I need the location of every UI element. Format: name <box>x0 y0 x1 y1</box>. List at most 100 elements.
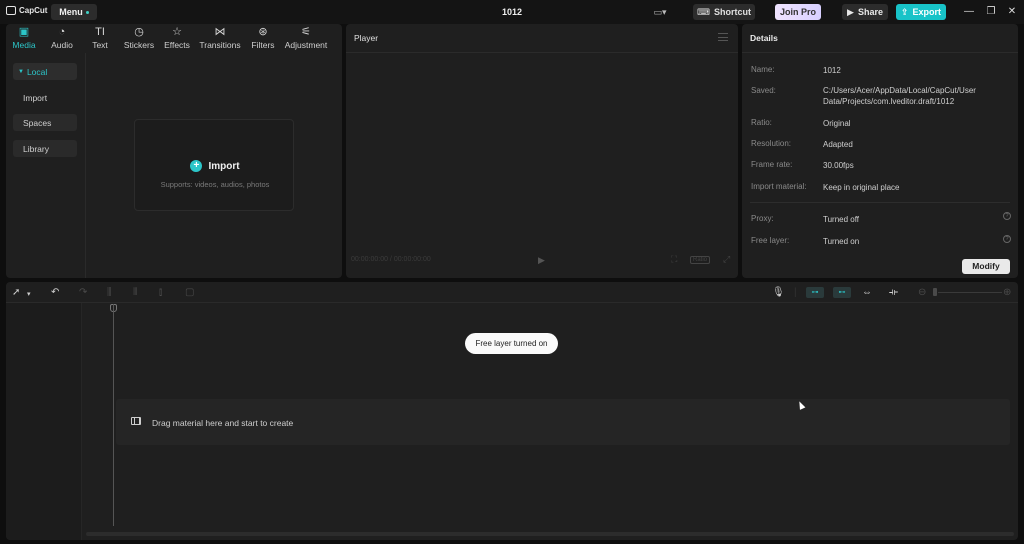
detail-label: Name: <box>751 65 775 74</box>
fullscreen-icon[interactable]: ⤢ <box>723 254 730 265</box>
zoom-in-icon[interactable]: ⊕ <box>1003 287 1011 298</box>
capcut-logo-icon <box>6 6 16 15</box>
divider <box>742 52 1018 53</box>
auto-snapping-icon[interactable]: ⊷ <box>833 287 851 298</box>
sidebar-item-local[interactable]: ▼ Local <box>13 63 77 80</box>
join-pro-label: Join Pro <box>779 7 816 17</box>
filters-icon: ⊛ <box>258 26 268 38</box>
media-panel: ▣ Media ◔ Audio TI Text ◷ Stickers ☆ Eff… <box>6 24 342 278</box>
transitions-icon: ⋈ <box>214 26 226 38</box>
delete-icon[interactable]: ▢ <box>185 287 194 298</box>
tab-adjustment[interactable]: ⚟ Adjustment <box>280 24 332 53</box>
help-icon[interactable]: ? <box>1003 235 1011 243</box>
tab-text[interactable]: TI Text <box>82 24 118 53</box>
horizontal-scrollbar[interactable] <box>86 532 1014 536</box>
adjustment-icon: ⚟ <box>301 26 311 38</box>
fit-icon[interactable]: ⛶ <box>671 254 677 265</box>
menu-icon[interactable] <box>718 33 728 41</box>
layout-button[interactable]: ▭▾ <box>648 4 672 20</box>
split-left-icon[interactable]: ⦀ <box>133 287 137 298</box>
share-label: Share <box>857 7 883 17</box>
close-icon[interactable]: ✕ <box>1005 5 1019 19</box>
detail-label: Frame rate: <box>751 160 793 169</box>
linkage-icon[interactable]: ⇔ <box>862 287 872 298</box>
player-timecode: 00:00:00:00 / 00:00:00:00 <box>351 256 431 263</box>
help-icon[interactable]: ? <box>1003 212 1011 220</box>
tab-media[interactable]: ▣ Media <box>6 24 42 53</box>
track-header-column <box>6 303 82 540</box>
chevron-down-icon[interactable]: ▾ <box>27 289 31 300</box>
detail-label: Free layer: <box>751 236 790 245</box>
maximize-icon[interactable]: ❐ <box>984 5 998 19</box>
sidebar-item-spaces[interactable]: Spaces <box>13 114 77 131</box>
detail-label: Saved: <box>751 86 776 95</box>
tab-label: Effects <box>164 40 190 50</box>
keyboard-icon: ⌨ <box>697 6 710 17</box>
media-tabs: ▣ Media ◔ Audio TI Text ◷ Stickers ☆ Eff… <box>6 24 342 53</box>
tab-label: Text <box>92 40 108 50</box>
dropzone-hint: Drag material here and start to create <box>152 418 294 428</box>
detail-free-layer-value: Turned on <box>823 237 860 246</box>
playhead[interactable] <box>113 304 114 526</box>
menu-label: Menu <box>59 7 83 17</box>
plus-icon: + <box>190 160 203 172</box>
effects-icon: ☆ <box>172 26 182 38</box>
sidebar-item-label: Local <box>26 66 48 77</box>
detail-label: Resolution: <box>751 139 792 148</box>
sidebar-item-import[interactable]: Import <box>13 89 77 106</box>
tab-stickers[interactable]: ◷ Stickers <box>118 24 160 53</box>
import-supported-formats: Supports: videos, audios, photos <box>160 180 270 189</box>
app-logo: CapCut <box>6 6 47 15</box>
microphone-icon[interactable]: 🎙 <box>772 287 785 298</box>
ratio-button[interactable]: Ratio <box>690 256 711 264</box>
sidebar-item-label: Library <box>23 143 49 154</box>
main-track-dropzone[interactable]: Drag material here and start to create <box>116 399 1010 445</box>
divider <box>346 52 738 53</box>
share-icon: ▶ <box>847 6 854 17</box>
import-dropzone[interactable]: + Import Supports: videos, audios, photo… <box>134 119 294 211</box>
divider <box>750 202 1010 203</box>
media-sidebar: ▼ Local Import Spaces Library <box>6 53 86 278</box>
minimize-icon[interactable]: — <box>962 5 976 19</box>
import-label: Import <box>208 160 240 172</box>
detail-label: Import material: <box>751 182 807 191</box>
tab-audio[interactable]: ◔ Audio <box>42 24 82 53</box>
tab-filters[interactable]: ⊛ Filters <box>246 24 280 53</box>
details-panel: Details Name: 1012 Saved: C:/Users/Acer/… <box>742 24 1018 278</box>
export-button[interactable]: ⇪ Export <box>896 4 946 20</box>
main-track-magnet-icon[interactable]: ⊶ <box>806 287 824 298</box>
shortcut-label: Shortcut <box>714 7 751 17</box>
redo-icon[interactable]: ↷ <box>79 287 87 298</box>
media-icon: ▣ <box>18 26 30 38</box>
preview-axis-icon[interactable]: ⟛ <box>889 287 898 298</box>
shortcut-button[interactable]: ⌨ Shortcut <box>693 4 755 20</box>
menu-button[interactable]: Menu <box>51 4 97 20</box>
share-button[interactable]: ▶ Share <box>842 4 888 20</box>
tab-effects[interactable]: ☆ Effects <box>160 24 194 53</box>
zoom-slider-handle[interactable] <box>933 288 937 296</box>
zoom-slider[interactable] <box>938 292 1002 293</box>
timeline-toolbar: ➚ ▾ ↶ ↷ ⫼ ⦀ ⫾ ▢ 🎙 | ⊶ ⊷ ⇔ ⟛ ⊖ ⊕ <box>6 282 1018 303</box>
split-icon[interactable]: ⫼ <box>107 287 112 298</box>
toolbar-divider: | <box>794 287 797 298</box>
join-pro-button[interactable]: Join Pro <box>775 4 821 20</box>
title-bar: CapCut Menu 1012 ▭▾ ⌨ Shortcut Join Pro … <box>0 0 1024 24</box>
detail-framerate-value: 30.00fps <box>823 161 854 170</box>
import-button[interactable]: + Import <box>135 160 295 172</box>
undo-icon[interactable]: ↶ <box>51 287 59 298</box>
zoom-out-icon[interactable]: ⊖ <box>918 287 926 298</box>
modify-button[interactable]: Modify <box>962 259 1010 274</box>
detail-label: Proxy: <box>751 214 774 223</box>
sidebar-item-label: Spaces <box>23 117 52 128</box>
tab-label: Filters <box>251 40 275 50</box>
film-icon <box>131 417 141 425</box>
app-logo-text: CapCut <box>19 6 48 15</box>
select-cursor-icon[interactable]: ➚ <box>12 287 20 298</box>
tab-label: Transitions <box>199 40 241 50</box>
tab-transitions[interactable]: ⋈ Transitions <box>194 24 246 53</box>
timeline-panel: ➚ ▾ ↶ ↷ ⫼ ⦀ ⫾ ▢ 🎙 | ⊶ ⊷ ⇔ ⟛ ⊖ ⊕ Free lay… <box>6 282 1018 540</box>
export-label: Export <box>912 7 942 17</box>
split-right-icon[interactable]: ⫾ <box>159 287 162 298</box>
sidebar-item-library[interactable]: Library <box>13 140 77 157</box>
play-icon[interactable]: ▶ <box>538 255 545 266</box>
